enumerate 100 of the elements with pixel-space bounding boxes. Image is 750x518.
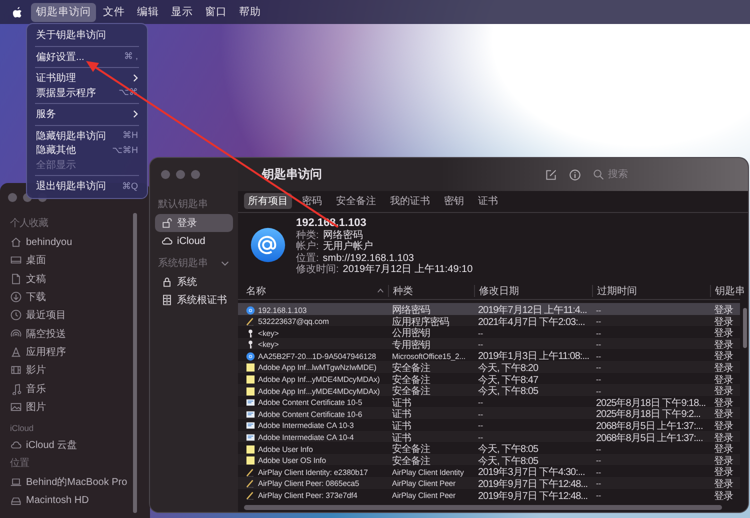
shortcut-label: ⌘ , xyxy=(124,51,138,62)
clock-icon xyxy=(10,309,22,322)
section-heading: 默认钥匙串 xyxy=(158,198,208,211)
table-cell-text: 今天, 下午8:47 xyxy=(477,374,540,386)
pencil-icon xyxy=(246,491,255,500)
menu-bar-item[interactable]: 帮助 xyxy=(234,2,266,22)
apple-logo-icon[interactable] xyxy=(12,6,23,18)
field-label: 种类: xyxy=(296,230,319,241)
laptop-icon xyxy=(10,476,22,488)
table-cell-text: 2019年9月7日 下午12:48... xyxy=(477,490,589,502)
sidebar-item[interactable]: 系统根证书 xyxy=(155,291,233,309)
home-icon xyxy=(10,236,22,248)
column-header[interactable]: 修改日期 xyxy=(474,284,592,296)
section-heading: 系统钥匙串 xyxy=(158,256,208,270)
shortcut-label: ⌘H xyxy=(122,130,138,142)
table-cell-text: 2019年7月12日 上午11:4... xyxy=(477,304,588,317)
pencil-icon xyxy=(246,317,255,326)
table-cell-text: 2019年1月3日 上午11:08:... xyxy=(477,350,590,363)
shortcut-label: ⌥⌘H xyxy=(112,144,138,156)
sidebar-item[interactable]: 隔空投送 xyxy=(26,326,66,341)
sidebar-item[interactable]: 登录 xyxy=(155,214,233,232)
table-cell-text: 登录 xyxy=(713,362,734,375)
menu-bar-item[interactable]: 文件 xyxy=(98,2,130,22)
sidebar-item[interactable]: Macintosh HD xyxy=(26,495,89,506)
search-icon xyxy=(593,169,604,180)
cloud-icon xyxy=(10,439,22,452)
menu-bar-item[interactable]: 编辑 xyxy=(132,2,164,22)
section-heading: 位置 xyxy=(10,456,30,470)
table-cell-text: 2025年8月18日 下午9:2... xyxy=(595,408,702,420)
column-header[interactable]: 名称 xyxy=(242,284,388,296)
sidebar-item[interactable]: 最近项目 xyxy=(26,308,66,322)
table-cell-text: 安全备注 xyxy=(391,374,432,386)
sidebar-item[interactable]: 桌面 xyxy=(26,253,46,268)
table-cell-text: 登录 xyxy=(713,374,734,386)
table-cell-text: 2025年8月18日 下午9:18... xyxy=(595,396,707,409)
sidebar-item[interactable]: 音乐 xyxy=(26,382,46,396)
table-cell-text: 今天, 下午8:05 xyxy=(477,385,540,398)
filter-tab[interactable]: 密码 xyxy=(298,193,326,209)
table-cell-text: 登录 xyxy=(713,466,734,479)
menu-item[interactable]: 偏好设置... ⌘ , xyxy=(32,50,142,64)
column-header[interactable]: 钥匙串 xyxy=(710,284,748,296)
sidebar-item[interactable]: 影片 xyxy=(26,363,46,378)
scrollbar-thumb[interactable] xyxy=(133,213,137,513)
chevron-icon[interactable] xyxy=(221,260,229,266)
table-cell-text: 今天, 下午8:05 xyxy=(477,443,540,456)
document-icon xyxy=(10,272,22,285)
menu-item[interactable]: 关于钥匙串访问 xyxy=(32,28,142,42)
menu-bar-item[interactable]: 窗口 xyxy=(200,2,232,22)
table-cell-text: 登录 xyxy=(713,396,734,409)
table-cell-text: 安全备注 xyxy=(391,454,432,468)
sidebar-item[interactable]: iCloud 云盘 xyxy=(26,438,78,452)
filter-tab[interactable]: 安全备注 xyxy=(332,193,380,209)
sidebar-item[interactable]: 应用程序 xyxy=(26,344,66,359)
menu-item[interactable]: 隐藏其他 ⌥⌘H xyxy=(32,143,142,158)
menu-item[interactable]: 服务 xyxy=(32,107,142,122)
sidebar-item[interactable]: 下载 xyxy=(26,290,46,304)
certificate-icon xyxy=(246,433,255,442)
table-cell-text: 2019年9月7日 下午12:48... xyxy=(477,478,589,491)
filter-tab[interactable]: 证书 xyxy=(474,193,502,209)
chevron-icon xyxy=(133,74,138,82)
table-cell-text: 登录 xyxy=(713,443,734,456)
table-cell-text: 登录 xyxy=(713,420,734,433)
sidebar-item[interactable]: Behind的MacBook Pro xyxy=(26,475,128,490)
table-cell-text: 证书 xyxy=(391,396,412,409)
lock-icon xyxy=(161,276,173,288)
menu-item[interactable]: 隐藏钥匙串访问 ⌘H xyxy=(32,128,142,143)
search-field[interactable]: 搜索 xyxy=(608,169,658,180)
picture-icon xyxy=(10,400,22,413)
field-value: 2019年7月12日 上午11:49:10 xyxy=(342,264,473,276)
cabinet-icon xyxy=(161,294,173,306)
column-header[interactable]: 过期时间 xyxy=(592,284,710,296)
filter-tab[interactable]: 密钥 xyxy=(440,193,468,209)
scrollbar-thumb[interactable] xyxy=(743,308,747,348)
filter-tab[interactable]: 我的证书 xyxy=(386,193,434,209)
compose-icon[interactable] xyxy=(545,168,557,180)
table-cell-text: 网络密码 xyxy=(391,304,431,316)
key-icon xyxy=(246,328,255,338)
chevron-icon xyxy=(133,110,138,118)
scrollbar-thumb[interactable] xyxy=(244,505,722,510)
info-icon[interactable] xyxy=(569,168,581,180)
menu-item[interactable]: 证书助理 xyxy=(32,71,142,86)
table-cell-text: 登录 xyxy=(713,478,734,491)
menu-bar-item[interactable]: 显示 xyxy=(166,2,198,22)
sidebar-item[interactable]: 文稿 xyxy=(26,272,46,286)
column-header[interactable]: 种类 xyxy=(388,284,474,296)
sidebar-item[interactable]: 系统 xyxy=(155,273,233,291)
menu-item[interactable]: 退出钥匙串访问 ⌘Q xyxy=(32,179,142,194)
menu-bar-item[interactable]: 钥匙串访问 xyxy=(31,2,96,22)
field-label: 修改时间: xyxy=(296,264,339,276)
table-cell-text: 2021年4月7日 下午2:03:... xyxy=(477,316,586,329)
sidebar-item[interactable]: behindyou xyxy=(26,236,72,248)
table-cell-text: 登录 xyxy=(713,408,734,421)
filter-tab[interactable]: 所有项目 xyxy=(244,193,292,209)
field-label: 位置: xyxy=(296,252,319,264)
table-cell-text: 公用密钥 xyxy=(391,326,431,340)
certificate-icon xyxy=(246,398,255,408)
open-lock-icon xyxy=(161,217,173,229)
shortcut-label: ⌘Q xyxy=(122,180,138,192)
sidebar-item[interactable]: 图片 xyxy=(26,400,46,414)
sidebar-item[interactable]: iCloud xyxy=(155,232,233,250)
